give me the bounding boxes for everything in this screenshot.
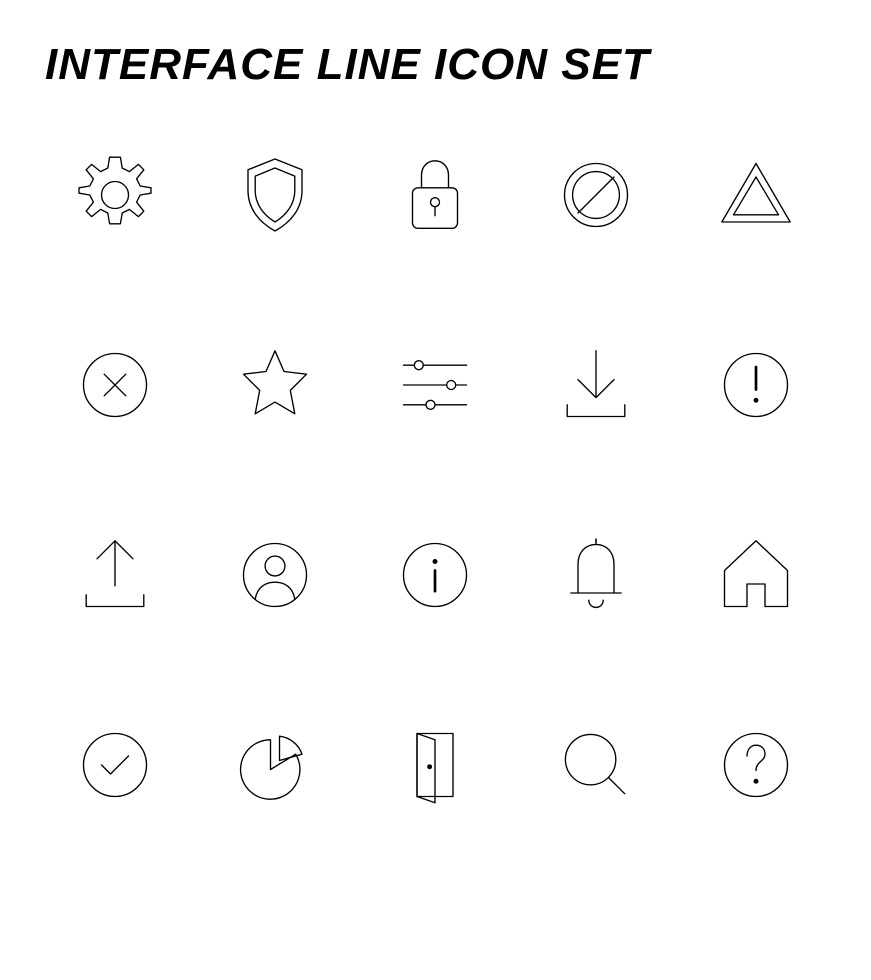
bell-icon [546, 530, 646, 620]
download-icon [546, 340, 646, 430]
shield-icon [225, 150, 325, 240]
triangle-icon [706, 150, 806, 240]
prohibit-icon [546, 150, 646, 240]
sliders-icon [385, 340, 485, 430]
door-icon [385, 720, 485, 810]
icon-grid [45, 150, 826, 810]
alert-circle-icon [706, 340, 806, 430]
info-circle-icon [385, 530, 485, 620]
lock-icon [385, 150, 485, 240]
page-title: INTERFACE LINE ICON SET [45, 40, 826, 90]
upload-icon [65, 530, 165, 620]
close-circle-icon [65, 340, 165, 430]
gear-icon [65, 150, 165, 240]
check-circle-icon [65, 720, 165, 810]
home-icon [706, 530, 806, 620]
star-icon [225, 340, 325, 430]
pie-chart-icon [225, 720, 325, 810]
question-circle-icon [706, 720, 806, 810]
search-icon [546, 720, 646, 810]
user-circle-icon [225, 530, 325, 620]
